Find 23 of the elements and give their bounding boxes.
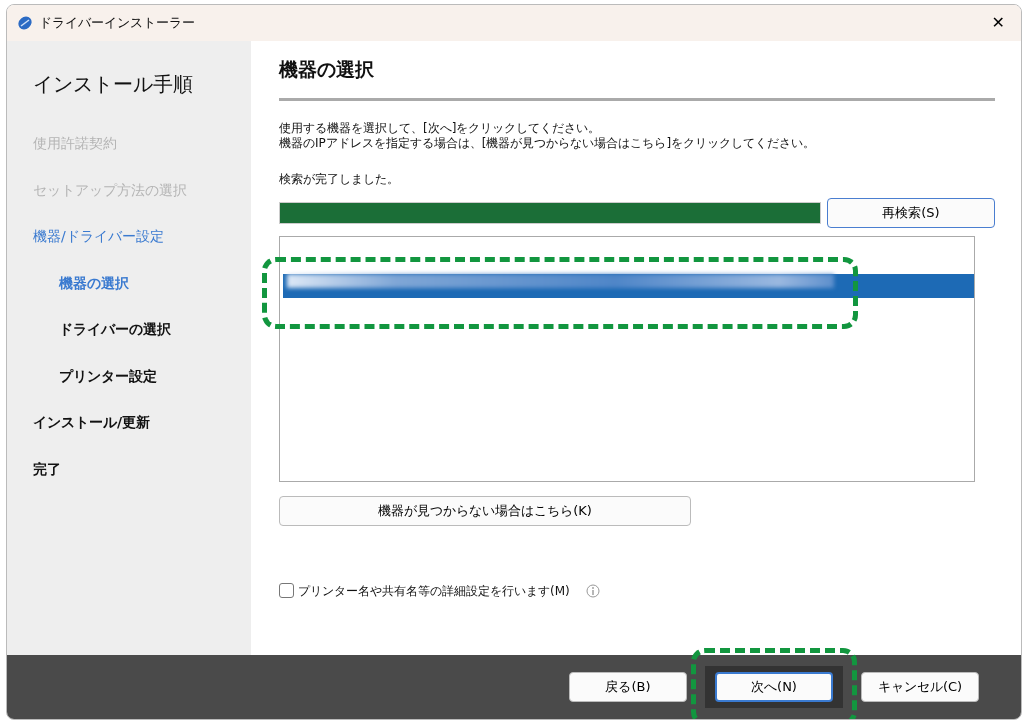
install-step: ドライバーの選択 <box>59 321 171 337</box>
search-status: 検索が完了しました。 <box>279 170 400 188</box>
footer-button[interactable]: 次へ(N) <box>715 672 833 702</box>
checkbox-label[interactable]: プリンター名や共有名等の詳細設定を行います(M) <box>298 581 570 600</box>
checkbox[interactable] <box>279 583 294 599</box>
install-step: プリンター設定 <box>59 367 157 384</box>
device-row[interactable] <box>283 273 974 298</box>
footer-button[interactable]: キャンセル(C) <box>861 672 979 702</box>
window-title: ドライバーインストーラー <box>39 14 195 33</box>
close-button[interactable]: ✕ <box>985 11 1011 35</box>
research-button[interactable]: 再検索(S) <box>827 197 995 228</box>
install-step: 機器の選択 <box>59 274 129 291</box>
info-icon[interactable] <box>585 583 600 598</box>
install-step: インストール/更新 <box>33 414 151 430</box>
sidebar-title: インストール手順 <box>33 71 194 98</box>
footer-button[interactable]: 戻る(B) <box>569 672 687 702</box>
install-step: 機器/ドライバー設定 <box>33 228 164 244</box>
app-logo-icon <box>17 15 33 31</box>
instruction-text: 機器のIPアドレスを指定する場合は、[機器が見つからない場合はこちら]をクリックしてください。 <box>279 136 817 152</box>
page-title: 機器の選択 <box>279 55 995 101</box>
device-not-found-button[interactable]: 機器が見つからない場合はこちら(K) <box>279 495 691 526</box>
instruction-text: 使用する機器を選択して、[次へ]をクリックしてください。 <box>279 120 602 137</box>
install-step: 完了 <box>33 460 61 477</box>
